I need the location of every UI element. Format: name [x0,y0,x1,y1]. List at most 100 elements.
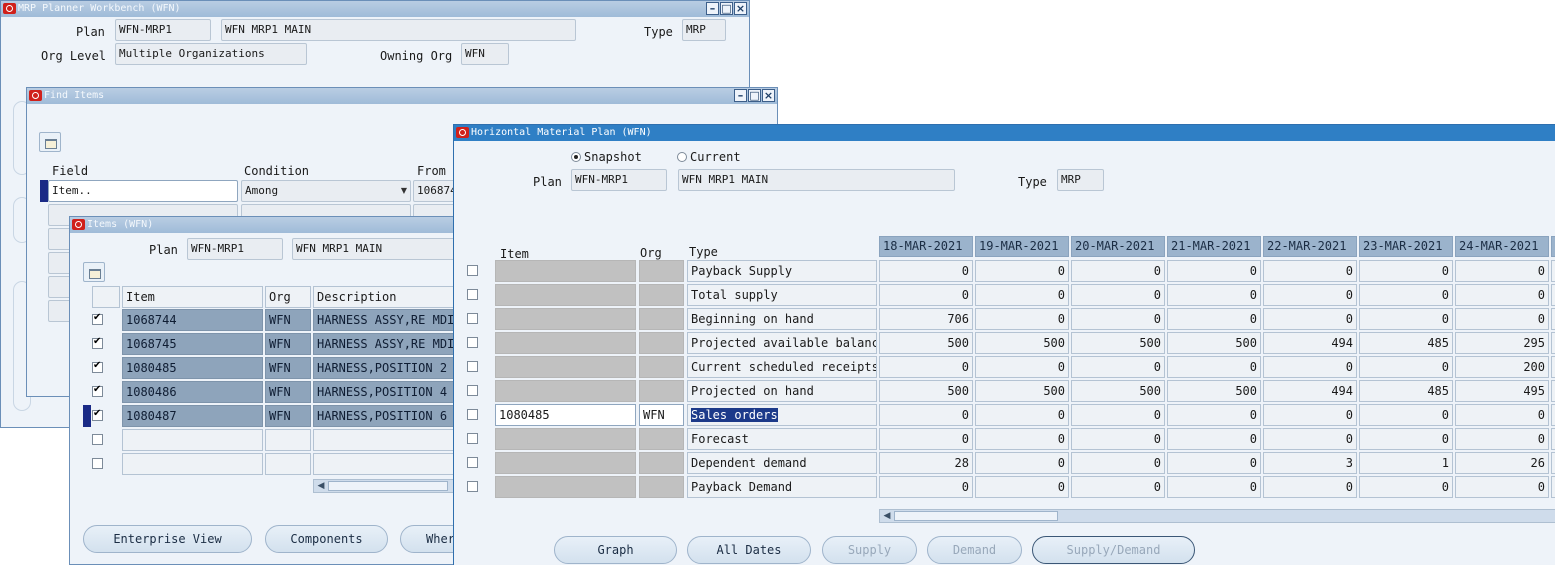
quantity-cell-partial[interactable] [1551,476,1555,498]
plan-code-field[interactable]: WFN-MRP1 [187,238,283,260]
row-type-cell[interactable]: Total supply [687,284,877,306]
quantity-cell[interactable]: 0 [1071,452,1165,474]
row-checkbox[interactable] [92,458,103,469]
org-cell[interactable] [639,260,684,282]
quantity-cell-partial[interactable] [1551,332,1555,354]
quantity-cell[interactable]: 0 [1359,284,1453,306]
quantity-cell[interactable]: 0 [1359,260,1453,282]
quantity-cell[interactable]: 500 [1167,380,1261,402]
quantity-cell[interactable]: 0 [1167,404,1261,426]
quantity-cell[interactable]: 0 [879,404,973,426]
row-type-cell[interactable]: Payback Demand [687,476,877,498]
item-cell[interactable] [122,453,263,475]
quantity-cell[interactable]: 0 [1359,404,1453,426]
type-field[interactable]: MRP [1057,169,1104,191]
condition-select[interactable]: Among ▼ [241,180,411,202]
quantity-cell[interactable]: 0 [1167,476,1261,498]
quantity-cell[interactable]: 0 [1263,284,1357,306]
quantity-cell[interactable]: 500 [975,332,1069,354]
item-cell[interactable] [495,428,636,450]
quantity-cell[interactable]: 0 [975,308,1069,330]
quantity-cell[interactable]: 706 [879,308,973,330]
all-dates-button[interactable]: All Dates [687,536,811,564]
quantity-cell[interactable]: 3 [1263,452,1357,474]
row-type-cell[interactable]: Dependent demand [687,452,877,474]
quantity-cell[interactable]: 0 [1071,308,1165,330]
row-checkbox[interactable] [92,336,103,349]
org-cell[interactable] [265,429,311,451]
row-checkbox[interactable] [467,409,478,420]
item-cell[interactable]: 1068745 [122,333,263,355]
current-label[interactable]: Current [690,148,741,166]
item-cell[interactable]: 1080485 [495,404,636,426]
quantity-cell-partial[interactable] [1551,452,1555,474]
item-cell[interactable] [122,429,263,451]
row-checkbox[interactable] [467,385,478,396]
items-titlebar[interactable]: Items (WFN) [70,217,488,233]
org-cell[interactable]: WFN [639,404,684,426]
quantity-cell[interactable]: 0 [1455,428,1549,450]
hmp-horizontal-scrollbar[interactable]: ◀ [879,509,1555,523]
quantity-cell[interactable]: 0 [1455,476,1549,498]
org-cell[interactable] [639,476,684,498]
scroll-left-icon[interactable]: ◀ [881,511,893,521]
quantity-cell[interactable]: 495 [1455,380,1549,402]
close-icon[interactable]: × [734,2,747,15]
graph-button[interactable]: Graph [554,536,677,564]
row-checkbox[interactable] [467,265,478,276]
quantity-cell[interactable]: 28 [879,452,973,474]
quantity-cell[interactable]: 494 [1263,332,1357,354]
row-checkbox[interactable] [467,481,478,492]
quantity-cell[interactable]: 0 [1263,404,1357,426]
quantity-cell[interactable]: 0 [975,284,1069,306]
quantity-cell[interactable]: 0 [1263,428,1357,450]
item-cell[interactable] [495,356,636,378]
row-type-cell[interactable]: Current scheduled receipts [687,356,877,378]
row-checkbox[interactable] [92,434,103,445]
type-field[interactable]: MRP [682,19,726,41]
quantity-cell[interactable]: 0 [1359,428,1453,450]
row-type-cell[interactable]: Projected on hand [687,380,877,402]
row-type-cell[interactable]: Sales orders [687,404,877,426]
org-cell[interactable]: WFN [265,309,311,331]
item-cell[interactable]: 1080486 [122,381,263,403]
org-cell[interactable]: WFN [265,381,311,403]
folder-icon[interactable] [39,132,61,152]
quantity-cell-partial[interactable] [1551,356,1555,378]
quantity-cell[interactable]: 0 [1167,284,1261,306]
quantity-cell[interactable]: 0 [1167,452,1261,474]
org-cell[interactable]: WFN [265,333,311,355]
quantity-cell[interactable]: 0 [1359,476,1453,498]
org-cell[interactable] [639,308,684,330]
quantity-cell[interactable]: 0 [975,356,1069,378]
row-type-cell[interactable]: Forecast [687,428,877,450]
quantity-cell[interactable]: 0 [975,452,1069,474]
planner-workbench-titlebar[interactable]: MRP Planner Workbench (WFN) – □ × [1,1,749,17]
quantity-cell[interactable]: 485 [1359,380,1453,402]
plan-description-field[interactable]: WFN MRP1 MAIN [221,19,576,41]
quantity-cell[interactable]: 500 [1167,332,1261,354]
quantity-cell[interactable]: 0 [879,356,973,378]
row-checkbox[interactable] [92,384,103,397]
quantity-cell[interactable]: 0 [1167,260,1261,282]
close-icon[interactable]: × [762,89,775,102]
org-cell[interactable]: WFN [265,357,311,379]
item-cell[interactable] [495,380,636,402]
minimize-icon[interactable]: – [706,2,719,15]
quantity-cell[interactable]: 0 [879,476,973,498]
quantity-cell[interactable]: 0 [1359,356,1453,378]
item-cell[interactable]: 1068744 [122,309,263,331]
maximize-icon[interactable]: □ [748,89,761,102]
supply-button[interactable]: Supply [822,536,917,564]
quantity-cell-partial[interactable] [1551,284,1555,306]
org-level-field[interactable]: Multiple Organizations [115,43,307,65]
quantity-cell[interactable]: 0 [975,476,1069,498]
row-type-cell[interactable]: Beginning on hand [687,308,877,330]
quantity-cell[interactable]: 0 [1263,476,1357,498]
scroll-left-icon[interactable]: ◀ [315,481,327,491]
row-type-cell[interactable]: Projected available balance [687,332,877,354]
demand-button[interactable]: Demand [927,536,1022,564]
field-input[interactable]: Item.. [48,180,238,202]
row-checkbox[interactable] [467,313,478,324]
quantity-cell[interactable]: 0 [1071,404,1165,426]
